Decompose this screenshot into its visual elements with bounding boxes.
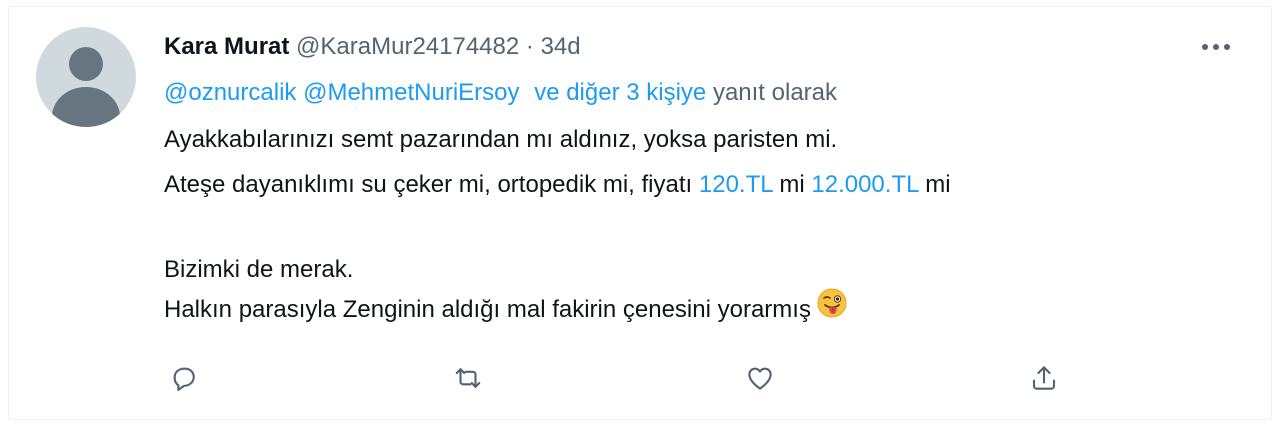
heart-icon — [748, 367, 772, 390]
more-icon — [1202, 44, 1230, 50]
reply-suffix: yanıt olarak — [712, 79, 838, 106]
retweet-button[interactable] — [448, 360, 488, 396]
tweet-time[interactable]: 34d — [541, 33, 581, 60]
tweet-text-line: Ayakkabılarınızı semt pazarından mı aldı… — [164, 126, 838, 153]
tweet-text-line: Halkın parasıyla Zenginin aldığı mal fak… — [164, 288, 847, 327]
text-segment: mi — [772, 171, 812, 198]
others-link[interactable]: ve diğer 3 kişiye — [534, 79, 706, 106]
tweet-text-line: Ateşe dayanıklımı su çeker mi, ortopedik… — [164, 169, 951, 201]
more-button[interactable] — [1196, 30, 1236, 64]
tweet-card[interactable] — [8, 6, 1272, 420]
like-button[interactable] — [740, 360, 780, 396]
tweet-text-line: Bizimki de merak. — [164, 256, 354, 283]
separator-dot: · — [525, 33, 534, 60]
avatar-head-shape — [69, 47, 103, 81]
text-segment: Ateşe dayanıklımı su çeker mi, ortopedik… — [164, 171, 699, 198]
mention-link[interactable]: @oznurcalik — [164, 79, 296, 106]
avatar-body-shape — [52, 87, 120, 127]
share-button[interactable] — [1024, 360, 1064, 396]
share-icon — [1032, 366, 1056, 390]
tweet-actions — [0, 360, 1280, 396]
tweet-header: Kara Murat @KaraMur24174482 · 34d — [164, 30, 581, 64]
text-segment: Halkın parasıyla Zenginin aldığı mal fak… — [164, 296, 811, 323]
reply-icon — [173, 367, 195, 391]
retweet-icon — [455, 368, 481, 388]
avatar[interactable] — [36, 27, 136, 127]
author-name[interactable]: Kara Murat — [164, 33, 289, 60]
text-segment: mi — [918, 171, 951, 198]
reply-button[interactable] — [164, 360, 204, 396]
winking-face-with-tongue-emoji — [817, 288, 847, 327]
price-link[interactable]: 12.000.TL — [811, 171, 918, 198]
author-handle[interactable]: @KaraMur24174482 — [296, 33, 519, 60]
mention-link[interactable]: @MehmetNuriErsoy — [303, 79, 519, 106]
reply-context: @oznurcalik @MehmetNuriErsoy ve diğer 3 … — [164, 77, 837, 109]
price-link[interactable]: 120.TL — [699, 171, 773, 198]
